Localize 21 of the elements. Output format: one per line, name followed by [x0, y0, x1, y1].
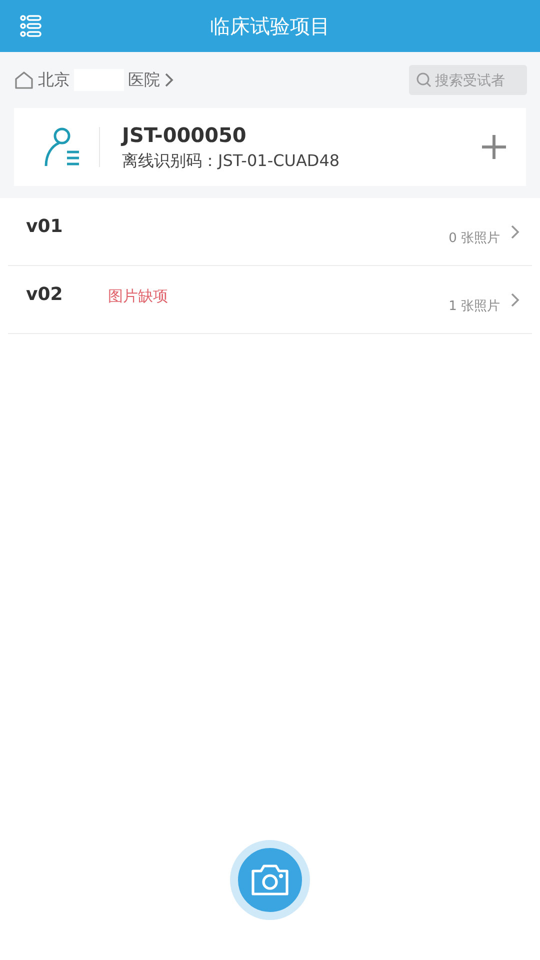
- page-title: 临床试验项目: [210, 12, 330, 40]
- camera-icon: [250, 863, 290, 897]
- offline-code: 离线识别码：JST-01-CUAD48: [122, 150, 341, 172]
- visit-row[interactable]: v02 图片缺项 1 张照片: [8, 266, 532, 334]
- chevron-right-icon: [510, 224, 520, 240]
- subject-id: JST-000050: [122, 122, 248, 146]
- plus-icon: [481, 134, 507, 160]
- visit-name: v02: [26, 284, 64, 305]
- menu-icon: [20, 15, 42, 37]
- add-button[interactable]: [480, 133, 508, 161]
- visit-row[interactable]: v01 0 张照片: [8, 198, 532, 266]
- chevron-right-icon: [510, 292, 520, 308]
- photo-count: 1 张照片: [448, 298, 500, 314]
- search-icon: [416, 72, 432, 88]
- search-field[interactable]: 搜索受试者: [409, 65, 527, 95]
- photo-count: 0 张照片: [448, 230, 500, 246]
- missing-photo-label: 图片缺项: [108, 287, 168, 306]
- hospital-breadcrumb[interactable]: 北京 医院: [14, 69, 174, 91]
- visit-name: v01: [26, 216, 64, 237]
- chevron-right-icon: [164, 72, 174, 88]
- home-icon: [14, 71, 34, 89]
